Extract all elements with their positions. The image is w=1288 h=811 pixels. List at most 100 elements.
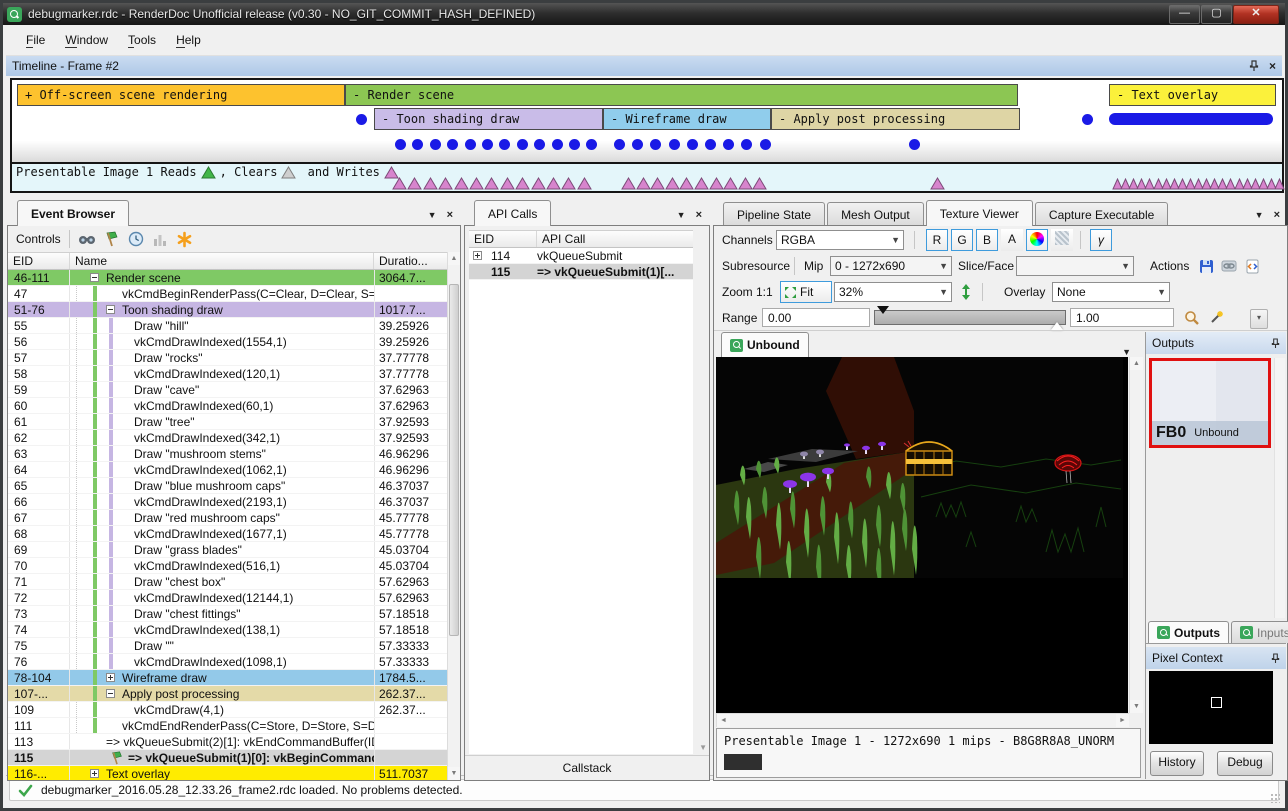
event-row-47[interactable]: 47vkCmdBeginRenderPass(C=Clear, D=Clear,…	[8, 286, 448, 302]
channel-r-button[interactable]: R	[926, 229, 948, 251]
stats-icon[interactable]	[152, 231, 168, 247]
tab-texture-viewer[interactable]: Texture Viewer	[926, 200, 1033, 226]
maximize-button[interactable]: ▢	[1201, 5, 1232, 24]
zoom-fit-button[interactable]: Fit	[780, 281, 832, 303]
timeline-panel-header[interactable]: Timeline - Frame #2 ×	[6, 56, 1282, 76]
api-table-header[interactable]: EID API Call	[469, 230, 693, 248]
col-duration[interactable]: Duratio...	[374, 253, 448, 269]
flag-icon[interactable]	[104, 231, 120, 247]
range-slider[interactable]	[874, 310, 1066, 325]
sliceface-select[interactable]: ▼	[1016, 256, 1134, 276]
event-row-56[interactable]: 56vkCmdDrawIndexed(1554,1)39.25926	[8, 334, 448, 350]
texture-hscrollbar[interactable]: ◄ ►	[716, 713, 1129, 727]
zoom-1to1-button[interactable]: 1:1	[756, 285, 773, 299]
timeline-body[interactable]: + Off-screen scene rendering- Render sce…	[12, 80, 1282, 164]
menu-item-tools[interactable]: Tools	[118, 29, 166, 51]
debug-button[interactable]: Debug	[1217, 751, 1273, 776]
mip-select[interactable]: 0 - 1272x690▼	[830, 256, 952, 276]
timeline-section-bar[interactable]: - Text overlay	[1109, 84, 1276, 106]
event-row-68[interactable]: 68vkCmdDrawIndexed(1677,1)45.77778	[8, 526, 448, 542]
zoom-select[interactable]: 32%▼	[834, 282, 952, 302]
expand-icon[interactable]	[106, 673, 115, 682]
find-icon[interactable]	[78, 231, 96, 247]
clock-icon[interactable]	[128, 231, 144, 247]
eb-dropdown-icon[interactable]: ▼	[428, 210, 437, 220]
event-row-46-111[interactable]: 46-111Render scene3064.7...	[8, 270, 448, 286]
event-row-111[interactable]: 111vkCmdEndRenderPass(C=Store, D=Store, …	[8, 718, 448, 734]
event-row-113[interactable]: 113=> vkQueueSubmit(2)[1]: vkEndCommandB…	[8, 734, 448, 750]
overlay-select[interactable]: None▼	[1052, 282, 1170, 302]
col-name[interactable]: Name	[70, 253, 374, 269]
event-row-58[interactable]: 58vkCmdDrawIndexed(120,1)37.77778	[8, 366, 448, 382]
eb-scroll-down[interactable]: ▼	[448, 767, 460, 780]
eb-scroll-thumb[interactable]	[449, 284, 459, 636]
collapse-icon[interactable]	[90, 273, 99, 282]
event-row-115[interactable]: 115=> vkQueueSubmit(1)[0]: vkBeginComman…	[8, 750, 448, 766]
menu-item-help[interactable]: Help	[166, 29, 211, 51]
event-row-70[interactable]: 70vkCmdDrawIndexed(516,1)45.03704	[8, 558, 448, 574]
range-min-input[interactable]: 0.00	[762, 308, 870, 327]
history-button[interactable]: History	[1150, 751, 1204, 776]
tab-api-calls[interactable]: API Calls	[474, 200, 551, 226]
pin-icon[interactable]	[1271, 338, 1280, 349]
api-call-row-115[interactable]: 115=> vkQueueSubmit(1)[...	[469, 264, 693, 280]
event-row-69[interactable]: 69Draw "grass blades"45.03704	[8, 542, 448, 558]
outputs-header[interactable]: Outputs	[1146, 332, 1286, 354]
event-row-107-...[interactable]: 107-...Apply post processing262.37...	[8, 686, 448, 702]
channel-b-button[interactable]: B	[976, 229, 998, 251]
menu-item-window[interactable]: Window	[55, 29, 118, 51]
texture-scroll-left[interactable]: ◄	[717, 714, 730, 727]
range-black-marker[interactable]	[877, 306, 889, 314]
eb-close-icon[interactable]: ×	[447, 209, 453, 221]
event-row-51-76[interactable]: 51-76Toon shading draw1017.7...	[8, 302, 448, 318]
api-calls-table[interactable]: 114vkQueueSubmit115=> vkQueueSubmit(1)[.…	[469, 248, 693, 754]
event-row-63[interactable]: 63Draw "mushroom stems"46.96296	[8, 446, 448, 462]
autofit-button[interactable]	[1206, 308, 1226, 328]
texture-scroll-up[interactable]: ▲	[1130, 357, 1143, 370]
colorwheel-button[interactable]	[1026, 229, 1048, 251]
col-api-call[interactable]: API Call	[537, 231, 693, 247]
texture-tabs-dropdown-icon[interactable]: ▼	[1122, 347, 1131, 357]
tab-pipeline-state[interactable]: Pipeline State	[723, 202, 825, 226]
range-fit-button[interactable]	[1182, 308, 1202, 328]
output-thumbnail-fb0[interactable]: FB0 Unbound	[1149, 358, 1271, 448]
tab-inputs[interactable]: Inputs	[1231, 621, 1288, 643]
event-row-64[interactable]: 64vkCmdDrawIndexed(1062,1)46.96296	[8, 462, 448, 478]
tv-close-icon[interactable]: ×	[1274, 209, 1280, 221]
eb-scrollbar[interactable]: ▲ ▼	[447, 252, 460, 780]
event-row-62[interactable]: 62vkCmdDrawIndexed(342,1)37.92593	[8, 430, 448, 446]
event-row-66[interactable]: 66vkCmdDrawIndexed(2193,1)46.37037	[8, 494, 448, 510]
timeline-section-bar[interactable]: + Off-screen scene rendering	[17, 84, 345, 106]
texture-vscrollbar[interactable]: ▲ ▼	[1129, 357, 1143, 713]
title-bar[interactable]: debugmarker.rdc - RenderDoc Unofficial r…	[3, 3, 1285, 25]
event-row-71[interactable]: 71Draw "chest box"57.62963	[8, 574, 448, 590]
event-table-header[interactable]: EID Name Duratio...	[8, 252, 448, 270]
goto-resource-button[interactable]	[1242, 256, 1262, 276]
close-button[interactable]: ✕	[1233, 5, 1279, 24]
event-row-74[interactable]: 74vkCmdDrawIndexed(138,1)57.18518	[8, 622, 448, 638]
timeline-section-bar[interactable]: - Wireframe draw	[603, 108, 771, 130]
tab-outputs[interactable]: Outputs	[1148, 621, 1229, 643]
collapse-icon[interactable]	[106, 689, 115, 698]
bookmark-icon[interactable]	[176, 231, 193, 248]
expand-icon[interactable]	[90, 769, 99, 778]
event-row-76[interactable]: 76vkCmdDrawIndexed(1098,1)57.33333	[8, 654, 448, 670]
event-row-116-...[interactable]: 116-...Text overlay511.7037	[8, 766, 448, 780]
pin-icon[interactable]	[1249, 60, 1259, 72]
toolbar-overflow-button[interactable]: ▾	[1250, 309, 1268, 329]
open-link-button[interactable]	[1219, 256, 1239, 276]
channel-a-button[interactable]: A	[1001, 229, 1023, 251]
timeline-close-icon[interactable]: ×	[1269, 59, 1276, 73]
pixel-context-header[interactable]: Pixel Context	[1146, 647, 1286, 669]
api-dropdown-icon[interactable]: ▼	[677, 210, 686, 220]
texture-scroll-down[interactable]: ▼	[1130, 700, 1143, 713]
timeline-section-bar[interactable]: - Toon shading draw	[374, 108, 603, 130]
alpha-checker-button[interactable]	[1051, 229, 1073, 251]
range-max-input[interactable]: 1.00	[1070, 308, 1174, 327]
flip-y-button[interactable]	[956, 282, 976, 302]
channel-g-button[interactable]: G	[951, 229, 973, 251]
timeline-section-bar[interactable]: - Apply post processing	[771, 108, 1020, 130]
event-row-65[interactable]: 65Draw "blue mushroom caps"46.37037	[8, 478, 448, 494]
gamma-button[interactable]: γ	[1090, 229, 1112, 251]
event-row-78-104[interactable]: 78-104Wireframe draw1784.5...	[8, 670, 448, 686]
